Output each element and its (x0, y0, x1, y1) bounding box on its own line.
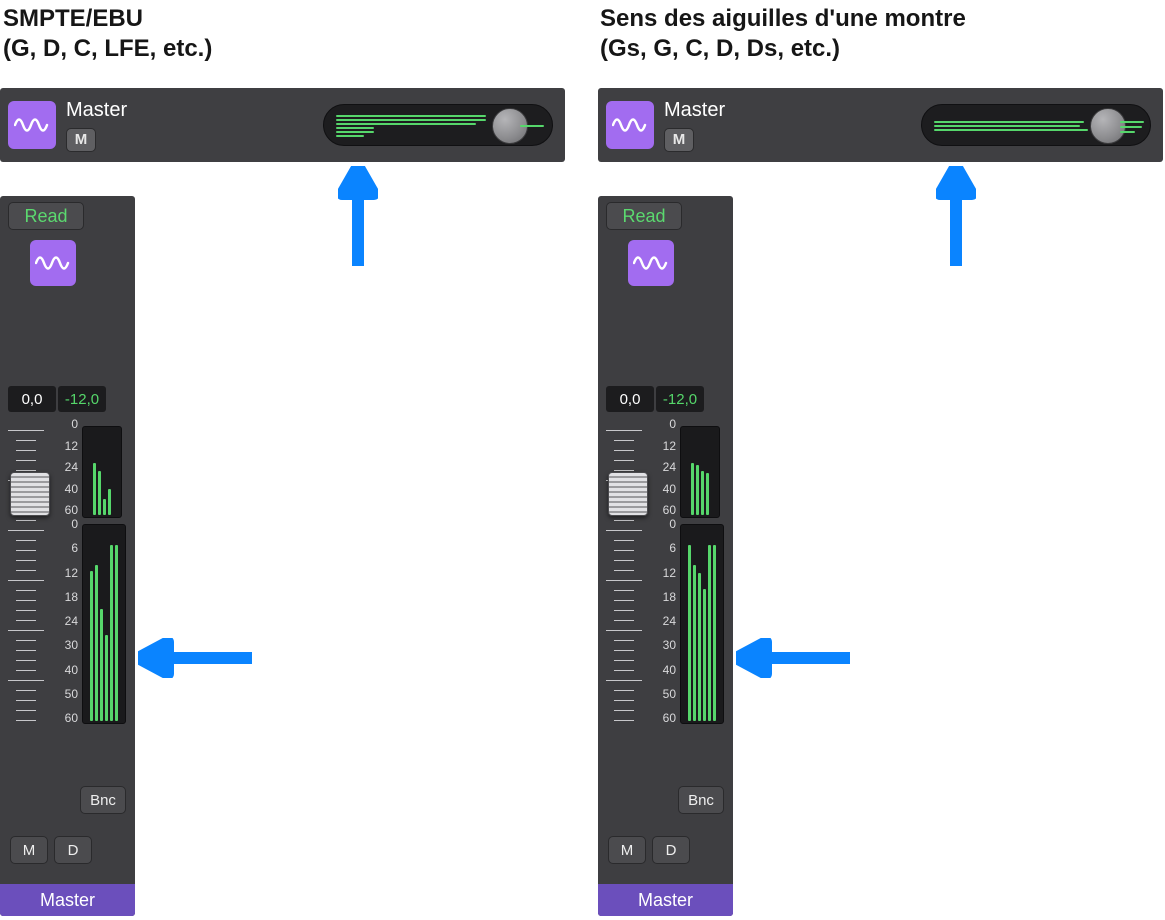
level-meter-surround (680, 524, 724, 724)
audio-waveform-icon (606, 101, 654, 149)
horizontal-level-meter[interactable] (323, 104, 553, 146)
mute-button[interactable]: M (608, 836, 646, 864)
level-meter-surround (82, 524, 126, 724)
scale-tick-label: 6 (669, 542, 676, 554)
meter-area: 012244060 0612182430405060 (598, 424, 733, 744)
scale-tick-label: 60 (663, 504, 676, 516)
peak-readout[interactable]: -12,0 (58, 386, 106, 412)
automation-mode-button[interactable]: Read (606, 202, 682, 230)
scale-tick-label: 0 (71, 418, 78, 430)
channel-strip-name[interactable]: Master (0, 884, 135, 916)
scale-tick-label: 60 (663, 712, 676, 724)
volume-fader[interactable] (10, 472, 50, 516)
mute-button[interactable]: M (10, 836, 48, 864)
scale-tick-label: 30 (65, 639, 78, 651)
scale-tick-label: 40 (663, 483, 676, 495)
scale-tick-label: 12 (663, 567, 676, 579)
scale-tick-label: 60 (65, 504, 78, 516)
heading-right-sub: (Gs, G, C, D, Ds, etc.) (600, 35, 840, 62)
channel-strip: Read 0,0 -12,0 0 12 24 40 60 0 6 12 18 24 30 40 50 6… (598, 196, 733, 916)
audio-waveform-icon (628, 240, 674, 286)
scale-tick-label: 50 (663, 688, 676, 700)
scale-tick-label: 24 (65, 615, 78, 627)
track-header: Master M (598, 88, 1163, 162)
scale-tick-label: 18 (65, 591, 78, 603)
arrow-left-icon (138, 638, 252, 678)
scale-tick-label: 0 (71, 518, 78, 530)
solo-button[interactable]: D (652, 836, 690, 864)
scale-tick-label: 40 (65, 664, 78, 676)
scale-tick-label: 50 (65, 688, 78, 700)
mute-button[interactable]: M (66, 128, 96, 152)
scale-tick-label: 30 (663, 639, 676, 651)
scale-tick-label: 60 (65, 712, 78, 724)
channel-strip: Read 0,0 -12,0 0 12 24 40 60 0 6 12 18 24 30 40 50 6… (0, 196, 135, 916)
arrow-up-icon (338, 166, 378, 266)
mute-button[interactable]: M (664, 128, 694, 152)
gain-readout[interactable]: 0,0 (606, 386, 654, 412)
gain-readout[interactable]: 0,0 (8, 386, 56, 412)
peak-readout[interactable]: -12,0 (656, 386, 704, 412)
scale-tick-label: 24 (663, 461, 676, 473)
horizontal-level-meter[interactable] (921, 104, 1151, 146)
scale-tick-label: 24 (65, 461, 78, 473)
heading-left-title: SMPTE/EBU (3, 5, 143, 32)
audio-waveform-icon (8, 101, 56, 149)
track-name-label: Master (66, 99, 127, 122)
arrow-up-icon (936, 166, 976, 266)
scale-tick-label: 12 (663, 440, 676, 452)
bounce-button[interactable]: Bnc (678, 786, 724, 814)
solo-button[interactable]: D (54, 836, 92, 864)
level-meter-stereo (82, 426, 122, 518)
arrow-left-icon (736, 638, 850, 678)
scale-tick-label: 6 (71, 542, 78, 554)
scale-tick-label: 12 (65, 567, 78, 579)
scale-tick-label: 0 (669, 418, 676, 430)
track-header: Master M (0, 88, 565, 162)
scale-tick-label: 40 (65, 483, 78, 495)
automation-mode-button[interactable]: Read (8, 202, 84, 230)
scale-tick-label: 40 (663, 664, 676, 676)
scale-tick-label: 24 (663, 615, 676, 627)
bounce-button[interactable]: Bnc (80, 786, 126, 814)
heading-left-sub: (G, D, C, LFE, etc.) (3, 35, 212, 62)
scale-tick-label: 12 (65, 440, 78, 452)
level-meter-stereo (680, 426, 720, 518)
heading-right-title: Sens des aiguilles d'une montre (600, 5, 966, 32)
channel-strip-name[interactable]: Master (598, 884, 733, 916)
track-name-label: Master (664, 99, 725, 122)
scale-tick-label: 0 (669, 518, 676, 530)
scale-tick-label: 18 (663, 591, 676, 603)
audio-waveform-icon (30, 240, 76, 286)
meter-area: 012244060 0612182430405060 (0, 424, 135, 744)
volume-fader[interactable] (608, 472, 648, 516)
